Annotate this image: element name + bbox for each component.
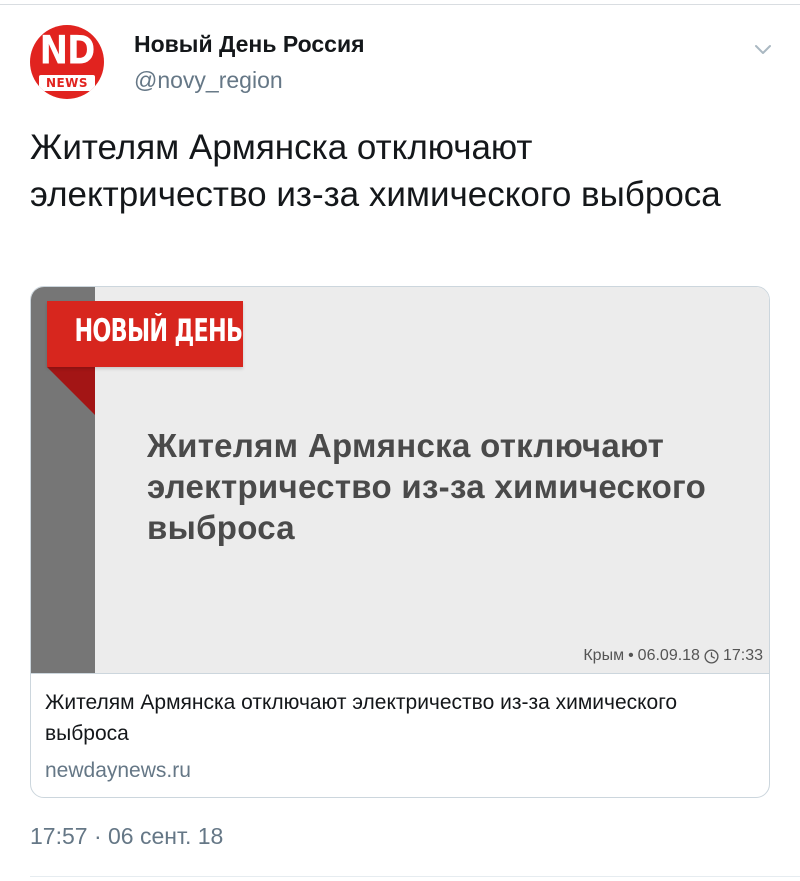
card-divider bbox=[31, 673, 769, 674]
brand-ribbon-fold bbox=[47, 367, 95, 415]
tweet-timestamp[interactable]: 17:57 · 06 сент. 18 bbox=[30, 823, 223, 850]
clock-icon bbox=[704, 648, 719, 664]
card-domain[interactable]: newdaynews.ru bbox=[45, 759, 191, 783]
avatar-news-text: NEWS bbox=[39, 75, 95, 91]
user-handle[interactable]: @novy_region bbox=[134, 67, 283, 94]
meta-separator: • bbox=[628, 647, 634, 664]
chevron-down-icon[interactable] bbox=[752, 38, 774, 60]
bottom-divider bbox=[30, 876, 800, 877]
link-card[interactable]: НОВЫЙ ДЕНЬ Жителям Армянска отключают эл… bbox=[30, 286, 770, 798]
top-divider bbox=[0, 4, 800, 5]
card-image-meta: Крым • 06.09.18 17:33 bbox=[583, 647, 763, 665]
card-title[interactable]: Жителям Армянска отключают электричество… bbox=[45, 687, 745, 749]
tweet-text: Жителям Армянска отключают электричество… bbox=[30, 128, 721, 214]
meta-time: 17:33 bbox=[722, 647, 763, 664]
meta-date: 06.09.18 bbox=[637, 647, 700, 664]
avatar-nd-text: ND bbox=[39, 28, 96, 74]
card-image-headline: Жителям Армянска отключают электричество… bbox=[147, 427, 707, 546]
card-image[interactable]: НОВЫЙ ДЕНЬ Жителям Армянска отключают эл… bbox=[31, 287, 769, 673]
brand-label: НОВЫЙ ДЕНЬ bbox=[74, 313, 243, 349]
avatar[interactable]: ND NEWS bbox=[30, 25, 104, 99]
display-name[interactable]: Новый День Россия bbox=[134, 31, 365, 58]
brand-logo: НОВЫЙ ДЕНЬ bbox=[47, 301, 243, 367]
meta-region: Крым bbox=[583, 647, 625, 664]
